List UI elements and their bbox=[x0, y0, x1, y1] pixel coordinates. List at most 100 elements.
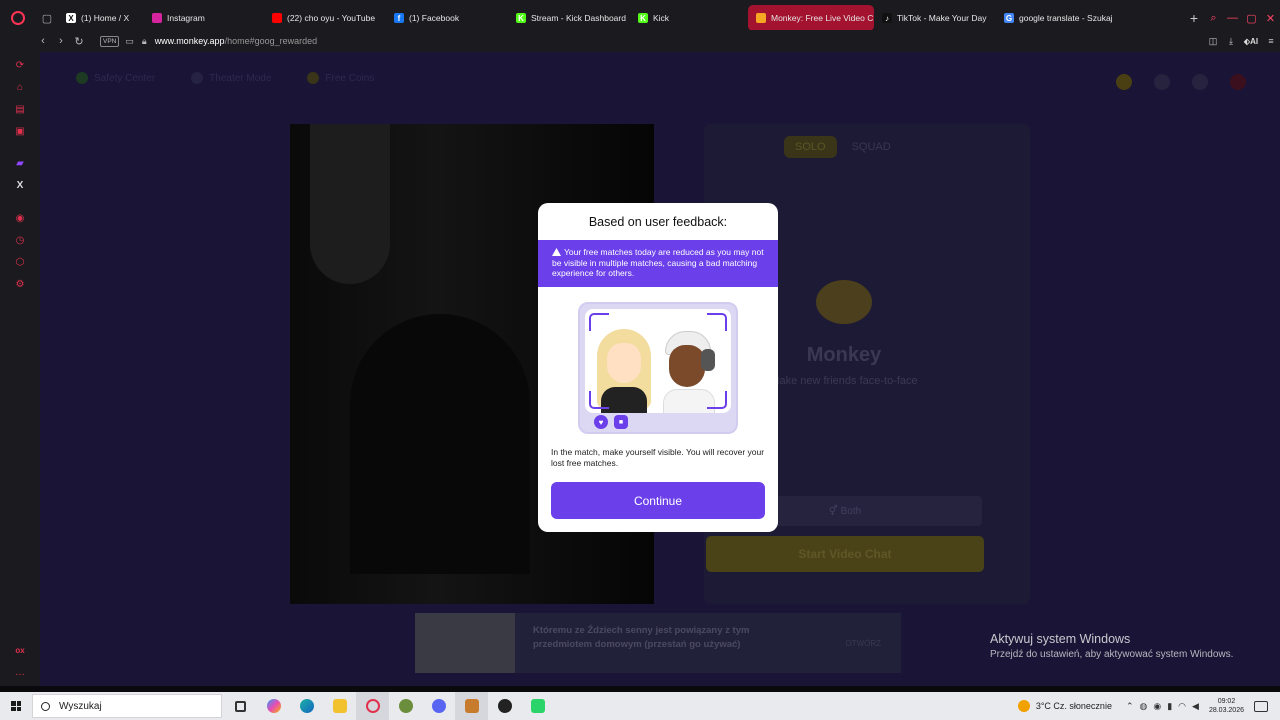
speed-dial-icon[interactable]: ⟳ bbox=[14, 59, 26, 71]
url-path: /home#goog_rewarded bbox=[224, 36, 318, 46]
search-tabs-icon[interactable]: ⌕ bbox=[1204, 12, 1223, 25]
tab-label: (1) Home / X bbox=[81, 13, 130, 23]
start-button[interactable] bbox=[0, 692, 32, 720]
illustration-frame bbox=[585, 309, 731, 413]
continue-button[interactable]: Continue bbox=[551, 482, 765, 519]
tab-label: Instagram bbox=[167, 13, 205, 23]
back-button[interactable]: ‹ bbox=[34, 35, 52, 47]
ad-banner[interactable]: Któremu ze Ździech senny jest powiązany … bbox=[415, 613, 901, 673]
volume-icon[interactable]: ◀︎ bbox=[1192, 701, 1199, 712]
wifi-icon[interactable]: ◠ bbox=[1178, 701, 1186, 712]
app-icon[interactable] bbox=[455, 692, 488, 720]
browser-tab[interactable]: Instagram bbox=[144, 5, 264, 31]
obs-icon[interactable] bbox=[488, 692, 521, 720]
browser-tab[interactable]: X (1) Home / X bbox=[58, 5, 144, 31]
minimize-button[interactable]: — bbox=[1223, 12, 1242, 24]
opera-gx-icon[interactable]: ox bbox=[14, 644, 26, 656]
browser-tab[interactable]: Ggoogle translate - Szukaj bbox=[996, 5, 1120, 31]
close-window-button[interactable]: ✕ bbox=[1261, 12, 1280, 25]
forward-button[interactable]: › bbox=[52, 35, 70, 47]
heart-icon: ♥ bbox=[594, 415, 608, 429]
facebook-icon: f bbox=[394, 13, 404, 23]
video-shadow bbox=[350, 314, 530, 574]
address-bar-tools: ◫ ⤓ ⬖AI ≡ bbox=[1204, 36, 1280, 47]
browser-tab[interactable]: Monkey: Free Live Video C bbox=[748, 5, 874, 31]
nav-safety-center[interactable]: Safety Center bbox=[76, 72, 155, 84]
opera-taskbar-icon[interactable] bbox=[356, 692, 389, 720]
edge-icon[interactable] bbox=[290, 692, 323, 720]
network-icon[interactable]: ◍ bbox=[1140, 701, 1148, 712]
nav-free-coins[interactable]: Free Coins bbox=[307, 72, 374, 84]
modal-note: In the match, make yourself visible. You… bbox=[551, 447, 765, 468]
tab-label: Kick bbox=[653, 13, 670, 23]
browser-tab[interactable]: K Stream - Kick Dashboard bbox=[508, 5, 630, 31]
windows-logo-icon bbox=[11, 701, 21, 711]
warning-icon bbox=[552, 248, 561, 256]
x-icon[interactable]: X bbox=[14, 179, 26, 191]
woman-face bbox=[607, 343, 641, 383]
discord-icon[interactable] bbox=[422, 692, 455, 720]
profile-avatar[interactable] bbox=[1230, 74, 1246, 90]
aria-ai-button[interactable]: ⬖AI bbox=[1240, 37, 1262, 46]
browser-tab[interactable]: K Kick bbox=[630, 5, 748, 31]
camera-icon[interactable]: ▭ bbox=[125, 36, 134, 47]
ad-image bbox=[415, 613, 515, 673]
ad-cta-button[interactable]: OTWÓRZ bbox=[845, 639, 881, 648]
more-icon[interactable]: … bbox=[14, 666, 26, 678]
snapshot-icon[interactable]: ◫ bbox=[1204, 36, 1222, 47]
twitch-icon[interactable]: ▰ bbox=[14, 157, 26, 169]
monkey-logo-icon bbox=[816, 280, 872, 324]
new-tab-button[interactable]: + bbox=[1184, 8, 1204, 28]
kick-icon: K bbox=[638, 13, 648, 23]
activation-subtitle: Przejdź do ustawień, aby aktywować syste… bbox=[990, 649, 1234, 660]
solo-tab[interactable]: SOLO bbox=[784, 136, 837, 158]
mode-toggle: SOLO SQUAD bbox=[784, 136, 902, 158]
browser-tab[interactable]: f (1) Facebook bbox=[386, 5, 508, 31]
player-icon[interactable]: ◉ bbox=[14, 212, 26, 224]
clock-date: 28.03.2026 bbox=[1208, 707, 1244, 714]
browser-tab[interactable]: ♪ TikTok - Make Your Day bbox=[874, 5, 996, 31]
maximize-button[interactable]: ▢ bbox=[1242, 12, 1261, 25]
video-shadow bbox=[310, 124, 390, 284]
vpn-badge[interactable]: VPN bbox=[100, 35, 120, 47]
microphone-icon[interactable]: ▮ bbox=[1167, 701, 1172, 712]
tray-app-icon[interactable]: ◉ bbox=[1153, 701, 1161, 712]
lock-icon[interactable]: 🔒︎ bbox=[142, 36, 147, 47]
reload-button[interactable]: ↻ bbox=[70, 35, 88, 48]
start-video-chat-button[interactable]: Start Video Chat bbox=[706, 536, 984, 572]
sidebar-app-icon[interactable]: ▣ bbox=[14, 125, 26, 137]
menu-icon[interactable]: ≡ bbox=[1262, 36, 1280, 46]
app-icon[interactable] bbox=[389, 692, 422, 720]
nav-theater-mode[interactable]: Theater Mode bbox=[191, 72, 271, 84]
chat-icon[interactable] bbox=[1192, 74, 1208, 90]
file-explorer-icon[interactable] bbox=[323, 692, 356, 720]
x-icon: X bbox=[66, 13, 76, 23]
browser-tab[interactable]: (22) cho oyu - YouTube bbox=[264, 5, 386, 31]
squad-tab[interactable]: SQUAD bbox=[841, 136, 902, 158]
taskbar-search[interactable]: Wyszukaj bbox=[32, 694, 222, 718]
app-icon[interactable] bbox=[521, 692, 554, 720]
task-view-button[interactable] bbox=[224, 692, 257, 720]
coins-icon[interactable] bbox=[1116, 74, 1132, 90]
sidebar-app-icon[interactable]: ▤ bbox=[14, 103, 26, 115]
download-icon[interactable]: ⤓ bbox=[1222, 36, 1240, 47]
history-icon[interactable]: ◷ bbox=[14, 234, 26, 246]
gender-filter-label: Both bbox=[840, 505, 862, 517]
notification-icon[interactable] bbox=[1254, 700, 1268, 712]
settings-icon[interactable]: ⚙ bbox=[14, 278, 26, 290]
taskbar-clock[interactable]: 09:02 28.03.2026 bbox=[1209, 697, 1244, 715]
weather-text[interactable]: 3°C Cz. słonecznie bbox=[1036, 701, 1112, 711]
url-field[interactable]: www.monkey.app/home#goog_rewarded bbox=[155, 36, 317, 46]
activation-title: Aktywuj system Windows bbox=[990, 632, 1131, 646]
frame-corner bbox=[707, 391, 727, 409]
history-icon[interactable] bbox=[1154, 74, 1170, 90]
extensions-icon[interactable]: ⬡ bbox=[14, 256, 26, 268]
chevron-up-icon[interactable]: ⌃ bbox=[1126, 701, 1134, 712]
page-nav: Safety Center Theater Mode Free Coins bbox=[76, 72, 374, 84]
sidebar-app-icon[interactable]: ⌂ bbox=[14, 81, 26, 93]
system-tray: 3°C Cz. słonecznie ⌃ ◍ ◉ ▮ ◠ ◀︎ 09:02 28… bbox=[1017, 692, 1280, 720]
tab-label: TikTok - Make Your Day bbox=[897, 13, 987, 23]
feedback-modal: Based on user feedback: Your free matche… bbox=[538, 203, 778, 532]
copilot-icon[interactable] bbox=[257, 692, 290, 720]
weather-icon[interactable] bbox=[1017, 700, 1030, 712]
